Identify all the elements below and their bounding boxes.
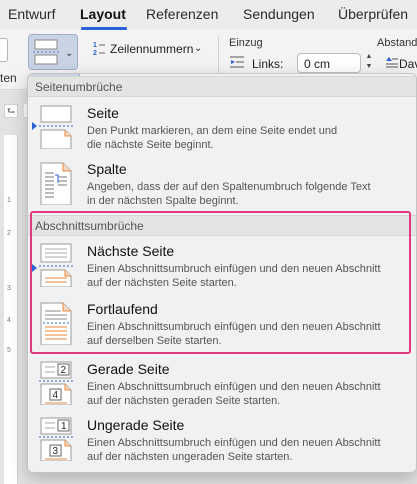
ruler-number: 4 bbox=[7, 317, 11, 324]
indent-left-icon bbox=[230, 56, 244, 68]
ruler-number: 5 bbox=[7, 347, 11, 354]
ribbon-left-label: ten bbox=[0, 71, 17, 85]
breaks-dropdown-menu: Seitenumbrüche Seite Den Punkt markieren… bbox=[27, 73, 417, 473]
breaks-button[interactable]: ⌄ bbox=[28, 34, 78, 70]
menu-item-odd-page-break[interactable]: 1 3 Ungerade Seite Einen Abschnittsumbru… bbox=[28, 413, 416, 469]
spacing-group-label: Abstand bbox=[377, 37, 417, 49]
ruler-number: 2 bbox=[7, 230, 11, 237]
indent-group-label: Einzug bbox=[229, 37, 263, 49]
orientation-button[interactable] bbox=[0, 38, 8, 62]
menu-item-description: Den Punkt markieren, an dem eine Seite e… bbox=[87, 125, 338, 151]
indent-left-input[interactable]: 0 cm bbox=[297, 53, 361, 73]
menu-item-title: Seite bbox=[87, 105, 119, 121]
svg-text:2: 2 bbox=[93, 50, 97, 57]
menu-item-description: Einen Abschnittsumbruch einfügen und den… bbox=[87, 381, 381, 407]
vertical-ruler: 1 2 3 4 5 bbox=[4, 135, 18, 484]
icon-number: 4 bbox=[53, 390, 59, 401]
menu-item-even-page-break[interactable]: 2 4 Gerade Seite Einen Abschnittsumbruch… bbox=[28, 357, 416, 413]
menu-item-column-break[interactable]: Spalte Angeben, dass der auf den Spalten… bbox=[28, 157, 416, 213]
page-break-icon bbox=[39, 105, 73, 149]
menu-item-title: Ungerade Seite bbox=[87, 417, 185, 433]
line-numbers-button[interactable]: Zeilennummern bbox=[110, 42, 193, 56]
spacing-before-label: Dav bbox=[399, 57, 417, 71]
menu-item-title: Spalte bbox=[87, 161, 127, 177]
line-numbers-icon: 1 2 bbox=[92, 40, 106, 58]
svg-text:1: 1 bbox=[93, 42, 97, 49]
ribbon-tab-bar: Entwurf Layout Referenzen Sendungen Über… bbox=[0, 0, 417, 30]
menu-item-title: Gerade Seite bbox=[87, 361, 170, 377]
menu-item-description: Einen Abschnittsumbruch einfügen und den… bbox=[87, 437, 381, 463]
odd-page-break-icon: 1 3 bbox=[39, 417, 73, 461]
tab-referenzen[interactable]: Referenzen bbox=[146, 6, 218, 22]
ruler-number: 1 bbox=[7, 197, 11, 204]
chevron-down-icon[interactable]: ⌄ bbox=[194, 43, 202, 54]
icon-number: 1 bbox=[61, 421, 67, 432]
indent-left-label: Links: bbox=[252, 57, 284, 71]
menu-item-page-break[interactable]: Seite Den Punkt markieren, an dem eine S… bbox=[28, 101, 416, 157]
icon-number: 3 bbox=[53, 446, 59, 457]
icon-number: 2 bbox=[61, 365, 67, 376]
tab-ueberpruefen[interactable]: Überprüfen bbox=[338, 6, 408, 22]
chevron-down-icon: ⌄ bbox=[65, 48, 74, 59]
tab-selector[interactable]: ⮑ bbox=[4, 104, 18, 118]
menu-item-description: Angeben, dass der auf den Spaltenumbruch… bbox=[87, 181, 371, 207]
section-breaks-highlight bbox=[30, 211, 411, 354]
spacing-before-icon bbox=[386, 57, 398, 68]
column-break-icon bbox=[40, 162, 72, 205]
ruler-number: 3 bbox=[7, 285, 11, 292]
tab-sendungen[interactable]: Sendungen bbox=[243, 6, 315, 22]
even-page-break-icon: 2 4 bbox=[39, 361, 73, 405]
tab-entwurf[interactable]: Entwurf bbox=[8, 6, 55, 22]
insertion-pointer-icon bbox=[32, 122, 37, 130]
tab-layout[interactable]: Layout bbox=[80, 6, 126, 22]
section-header-page-breaks: Seitenumbrüche bbox=[28, 76, 416, 97]
indent-left-stepper[interactable]: ▲ ▼ bbox=[364, 52, 374, 74]
breaks-icon bbox=[33, 39, 59, 65]
